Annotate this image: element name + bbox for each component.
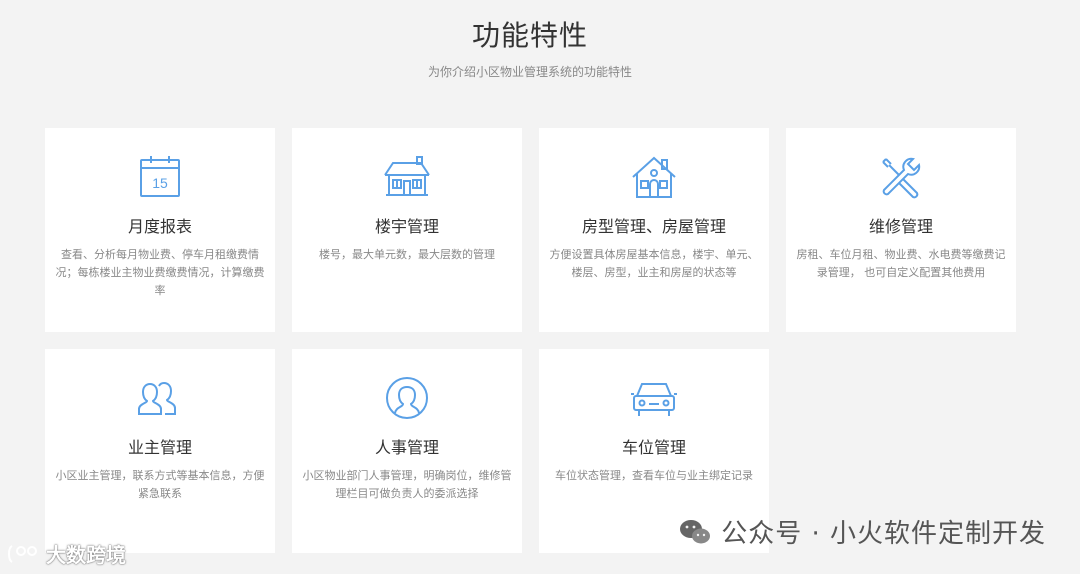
page-subtitle: 为你介绍小区物业管理系统的功能特性 [427,65,632,79]
feature-desc: 方便设置具体房屋基本信息，楼宇、单元、楼层、房型，业主和房屋的状态等 [549,248,759,279]
feature-card-maintenance[interactable]: 维修管理 房租、车位月租、物业费、水电费等缴费记录管理， 也可自定义配置其他费用 [786,128,1016,332]
feature-desc: 车位状态管理，查看车位与业主绑定记录 [555,469,753,482]
feature-title: 楼宇管理 [374,217,439,236]
feature-grid: 15 月度报表 查看、分析每月物业费、停车月租缴费情况；每栋楼业主物业费缴费情况… [45,128,1017,553]
logo-icon [6,542,42,566]
svg-text:15: 15 [152,175,168,191]
feature-desc: 小区物业部门人事管理，明确岗位，维修管理栏目可做负责人的委派选择 [302,469,512,500]
feature-title: 车位管理 [621,438,686,457]
feature-card-house[interactable]: 房型管理、房屋管理 方便设置具体房屋基本信息，楼宇、单元、楼层、房型，业主和房屋… [539,128,769,332]
feature-title: 月度报表 [127,217,192,236]
feature-desc: 小区业主管理，联系方式等基本信息，方便紧急联系 [55,469,265,500]
user-circle-icon [383,374,431,422]
car-icon [630,374,678,422]
feature-title: 维修管理 [868,217,933,236]
watermark-left-text: 大数跨境 [46,543,126,567]
wrench-screwdriver-icon [877,153,925,201]
watermark-right-text: 公众号 · 小火软件定制开发 [721,519,1046,549]
feature-desc: 楼号，最大单元数，最大层数的管理 [319,248,495,261]
feature-card-owners[interactable]: 业主管理 小区业主管理，联系方式等基本信息，方便紧急联系 [45,349,275,553]
feature-title: 业主管理 [127,438,192,457]
calendar-icon: 15 [136,153,184,201]
house-icon [630,153,678,201]
wechat-icon [679,518,711,546]
watermark-left: 大数跨境 [6,539,126,568]
feature-card-monthly-report[interactable]: 15 月度报表 查看、分析每月物业费、停车月租缴费情况；每栋楼业主物业费缴费情况… [45,128,275,332]
users-icon [136,374,184,422]
building-icon [383,153,431,201]
feature-title: 房型管理、房屋管理 [581,217,726,236]
feature-card-building[interactable]: 楼宇管理 楼号，最大单元数，最大层数的管理 [292,128,522,332]
feature-title: 人事管理 [374,438,439,457]
page-title: 功能特性 [471,19,588,52]
watermark-right: 公众号 · 小火软件定制开发 [679,513,1046,550]
feature-desc: 查看、分析每月物业费、停车月租缴费情况；每栋楼业主物业费缴费情况，计算缴费率 [55,248,265,297]
feature-card-personnel[interactable]: 人事管理 小区物业部门人事管理，明确岗位，维修管理栏目可做负责人的委派选择 [292,349,522,553]
feature-desc: 房租、车位月租、物业费、水电费等缴费记录管理， 也可自定义配置其他费用 [796,248,1006,279]
